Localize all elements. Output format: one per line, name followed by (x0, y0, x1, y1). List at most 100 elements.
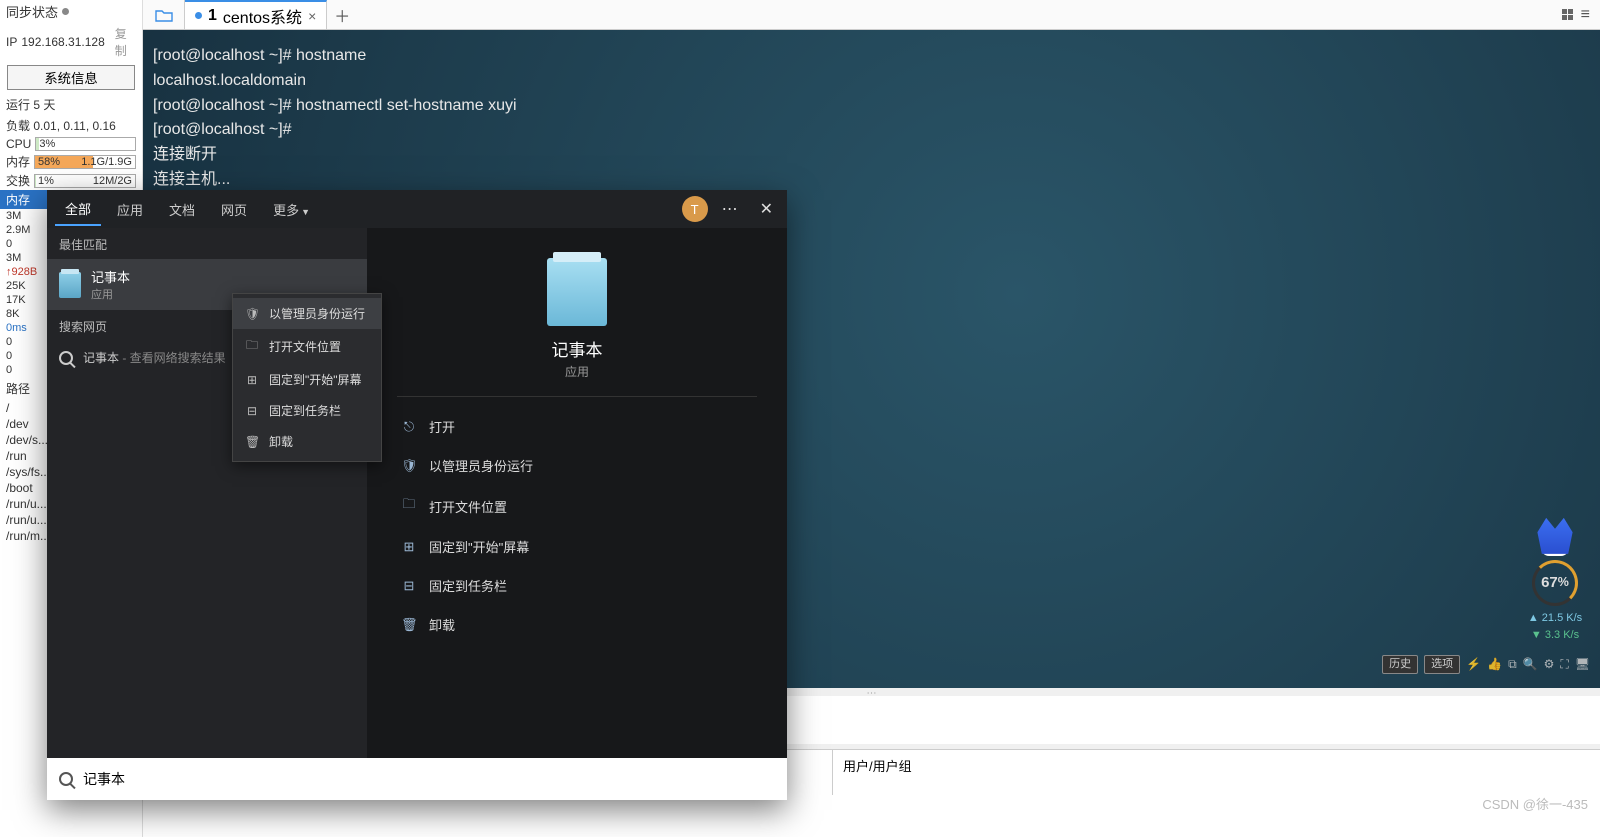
pin-icon: ⊞ (401, 539, 417, 555)
trash-icon: 🗑 (401, 617, 417, 633)
terminal-footer: 历史 选项 ⚡ 👍 ⧉ 🔍 ⚙ ⛶ 🖥 (1382, 655, 1590, 674)
tab-all[interactable]: 全部 (55, 193, 101, 226)
net-download: ▼ 3.3 K/s (1520, 627, 1590, 644)
notepad-icon (547, 258, 607, 326)
folder-icon[interactable] (143, 0, 185, 29)
gear-icon[interactable]: ⚙ (1544, 655, 1555, 674)
ctx-run-admin[interactable]: 🛡 以管理员身份运行 (233, 298, 381, 329)
pin-icon: ⊟ (401, 578, 417, 594)
action-run-admin[interactable]: 🛡 以管理员身份运行 (397, 450, 757, 481)
ip-label: IP (6, 35, 17, 49)
swap-label: 交换 (6, 172, 30, 189)
options-button[interactable]: 选项 (1424, 655, 1460, 674)
terminal-line: localhost.localdomain (153, 69, 1590, 94)
tab-more[interactable]: 更多▼ (263, 194, 320, 225)
mem-label: 内存 (6, 153, 30, 170)
expand-icon[interactable]: ⛶ (1560, 655, 1568, 674)
net-upload: ▲ 21.5 K/s (1520, 610, 1590, 627)
web-term: 记事本 (83, 351, 119, 365)
search-detail-panel: 记事本 应用 ⎋打开 🛡以管理员身份运行 🗀打开文件位置 ⊞固定到"开始"屏幕 … (367, 228, 787, 758)
network-widget: 67% ▲ 21.5 K/s ▼ 3.3 K/s (1520, 518, 1590, 644)
search-icon (59, 772, 73, 786)
watermark: CSDN @徐一-435 (1482, 794, 1588, 813)
net-up: ↑928B (6, 266, 37, 278)
open-icon: ⎋ (401, 419, 417, 435)
search-input[interactable] (83, 771, 775, 787)
action-label: 卸载 (429, 615, 455, 634)
tab-modified-dot-icon (195, 12, 202, 19)
tab-centos[interactable]: 1 centos系统 × (185, 0, 327, 29)
best-match-header: 最佳匹配 (47, 228, 367, 259)
ctx-label: 以管理员身份运行 (269, 305, 365, 322)
shield-icon: 🛡 (245, 307, 259, 321)
tab-docs[interactable]: 文档 (159, 194, 205, 225)
action-open[interactable]: ⎋打开 (397, 411, 757, 442)
menu-icon[interactable]: ≡ (1581, 6, 1590, 24)
mascot-icon (1533, 518, 1577, 554)
tab-apps[interactable]: 应用 (107, 194, 153, 225)
monitor-icon[interactable]: 🖥 (1575, 655, 1590, 674)
ctx-label: 固定到任务栏 (269, 402, 341, 419)
action-pin-taskbar[interactable]: ⊟固定到任务栏 (397, 570, 757, 601)
result-subtitle: 应用 (91, 286, 130, 302)
action-label: 打开文件位置 (429, 497, 507, 516)
history-button[interactable]: 历史 (1382, 655, 1418, 674)
terminal-line: [root@localhost ~]# hostname (153, 44, 1590, 69)
action-label: 以管理员身份运行 (429, 456, 533, 475)
system-info-button[interactable]: 系统信息 (7, 65, 135, 90)
detail-subtitle: 应用 (367, 363, 787, 396)
ctx-open-location[interactable]: 🗀 打开文件位置 (233, 329, 381, 364)
status-dot-icon (62, 8, 69, 15)
terminal-line: [root@localhost ~]# hostnamectl set-host… (153, 94, 1590, 119)
folder-icon: 🗀 (401, 495, 417, 517)
tab-web[interactable]: 网页 (211, 194, 257, 225)
close-icon[interactable]: ✕ (754, 199, 779, 219)
usage-ring: 67% (1532, 560, 1578, 606)
add-tab-button[interactable]: ＋ (327, 0, 357, 29)
grid-view-icon[interactable] (1562, 9, 1573, 20)
context-menu: 🛡 以管理员身份运行 🗀 打开文件位置 ⊞固定到"开始"屏幕 ⊟固定到任务栏 🗑卸载 (232, 293, 382, 462)
trash-icon: 🗑 (245, 435, 259, 449)
action-open-location[interactable]: 🗀 打开文件位置 (397, 489, 757, 523)
ctx-pin-taskbar[interactable]: ⊟固定到任务栏 (233, 395, 381, 426)
cpu-label: CPU (6, 137, 31, 151)
shield-icon: 🛡 (401, 458, 417, 474)
tab-more-label: 更多 (273, 203, 299, 218)
terminal-line: 连接断开 (153, 143, 1590, 168)
notepad-icon (59, 272, 81, 298)
more-icon[interactable]: ⋯ (722, 199, 740, 219)
swap-pct: 1% (38, 175, 54, 187)
web-suffix: - 查看网络搜索结果 (119, 351, 226, 365)
ctx-uninstall[interactable]: 🗑卸载 (233, 426, 381, 457)
action-uninstall[interactable]: 🗑 卸载 (397, 609, 757, 640)
folder-icon: 🗀 (245, 336, 259, 357)
mem-pct: 58% (38, 156, 60, 168)
result-title: 记事本 (91, 267, 130, 286)
copy-icon[interactable]: ⧉ (1508, 655, 1517, 674)
user-avatar[interactable]: T (682, 196, 708, 222)
tab-close-icon[interactable]: × (308, 8, 316, 24)
swap-val: 12M/2G (93, 175, 132, 187)
load-label: 负载 0.01, 0.11, 0.16 (0, 115, 142, 136)
usage-pct: 67 (1541, 571, 1558, 594)
bolt-icon[interactable]: ⚡ (1466, 655, 1481, 674)
thumbs-up-icon[interactable]: 👍 (1487, 655, 1502, 674)
sync-status-label: 同步状态 (6, 2, 58, 21)
ctx-label: 打开文件位置 (269, 338, 341, 355)
copy-link[interactable]: 复制 (115, 25, 136, 59)
tab-bar: 1 centos系统 × ＋ ≡ (143, 0, 1600, 30)
ctx-label: 固定到"开始"屏幕 (269, 371, 362, 388)
search-input-row (47, 758, 787, 800)
search-tabs: 全部 应用 文档 网页 更多▼ T ⋯ ✕ (47, 190, 787, 228)
tab-number: 1 (208, 7, 217, 25)
terminal-line: [root@localhost ~]# (153, 118, 1590, 143)
ctx-pin-start[interactable]: ⊞固定到"开始"屏幕 (233, 364, 381, 395)
search-icon (59, 351, 73, 365)
ip-value: 192.168.31.128 (21, 35, 104, 49)
detail-title: 记事本 (367, 336, 787, 361)
search-icon[interactable]: 🔍 (1523, 655, 1538, 674)
tab-label: centos系统 (223, 4, 302, 28)
cpu-bar: 3% (35, 137, 136, 151)
action-pin-start[interactable]: ⊞固定到"开始"屏幕 (397, 531, 757, 562)
mem-val: 1.1G/1.9G (81, 156, 132, 168)
